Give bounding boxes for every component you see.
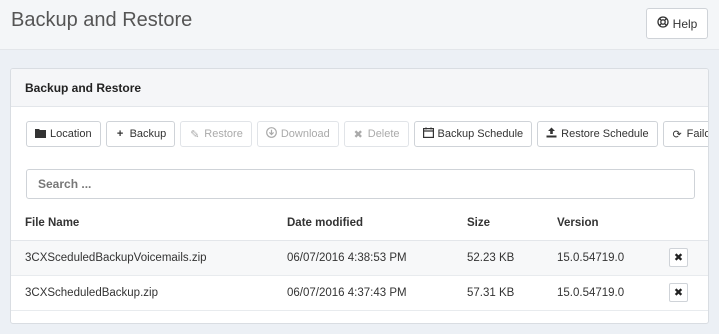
date-modified-cell: 06/07/2016 4:38:53 PM [287,240,467,276]
failover-button[interactable]: ⟳ Failover [662,121,708,147]
date-modified-cell: 06/07/2016 4:37:43 PM [287,275,467,311]
column-header-version[interactable]: Version [557,207,669,241]
actions-cell: ✖ [669,275,708,311]
close-icon: ✖ [353,127,363,141]
actions-cell: ✖ [669,240,708,276]
file-name-cell: 3CXScheduledBackup.zip [11,275,287,311]
toolbar: Location + Backup ✎ Restore Download ✖ D… [26,121,708,147]
restore-button[interactable]: ✎ Restore [180,121,252,147]
table-row[interactable]: 3CXScheduledBackup.zip 06/07/2016 4:37:4… [11,275,708,311]
search-input[interactable] [26,169,695,199]
pencil-icon: ✎ [190,128,200,141]
download-label: Download [280,128,330,140]
delete-row-button[interactable]: ✖ [669,248,688,267]
delete-row-button[interactable]: ✖ [669,283,688,302]
close-icon: ✖ [673,286,684,299]
page-header: Backup and Restore Help [0,0,719,50]
upload-icon [546,127,557,141]
restore-schedule-label: Restore Schedule [561,128,649,140]
help-button[interactable]: Help [646,8,708,39]
column-header-size[interactable]: Size [467,207,557,241]
delete-button[interactable]: ✖ Delete [343,121,409,147]
column-header-actions [669,207,708,241]
calendar-icon [422,127,434,141]
plus-icon: + [116,128,124,140]
restore-schedule-button[interactable]: Restore Schedule [537,121,658,147]
backup-button[interactable]: + Backup [105,121,176,147]
file-name-cell: 3CXSceduledBackupVoicemails.zip [11,240,287,276]
delete-label: Delete [367,128,400,140]
location-label: Location [50,128,92,140]
column-header-date-modified[interactable]: Date modified [287,207,467,241]
help-label: Help [672,16,698,31]
version-cell: 15.0.54719.0 [557,240,669,276]
failover-label: Failover [686,128,708,140]
backup-files-table: File Name Date modified Size Version 3CX… [11,207,708,311]
folder-icon [35,128,46,141]
backup-label: Backup [129,128,167,140]
download-button[interactable]: Download [256,121,339,147]
version-cell: 15.0.54719.0 [557,275,669,311]
restore-label: Restore [204,128,243,140]
backup-restore-panel: Backup and Restore Location + Backup ✎ R… [10,68,709,324]
location-button[interactable]: Location [26,121,101,147]
column-header-file-name[interactable]: File Name [11,207,287,241]
size-cell: 57.31 KB [467,275,557,311]
download-icon [265,127,277,141]
panel-title: Backup and Restore [11,69,708,107]
refresh-icon: ⟳ [672,127,682,141]
page-title: Backup and Restore [11,9,193,31]
backup-schedule-button[interactable]: Backup Schedule [413,121,533,147]
close-icon: ✖ [673,251,684,264]
size-cell: 52.23 KB [467,240,557,276]
life-ring-icon [657,16,669,31]
table-row[interactable]: 3CXSceduledBackupVoicemails.zip 06/07/20… [11,240,708,276]
backup-schedule-label: Backup Schedule [437,128,524,140]
table-header-row: File Name Date modified Size Version [11,207,708,241]
